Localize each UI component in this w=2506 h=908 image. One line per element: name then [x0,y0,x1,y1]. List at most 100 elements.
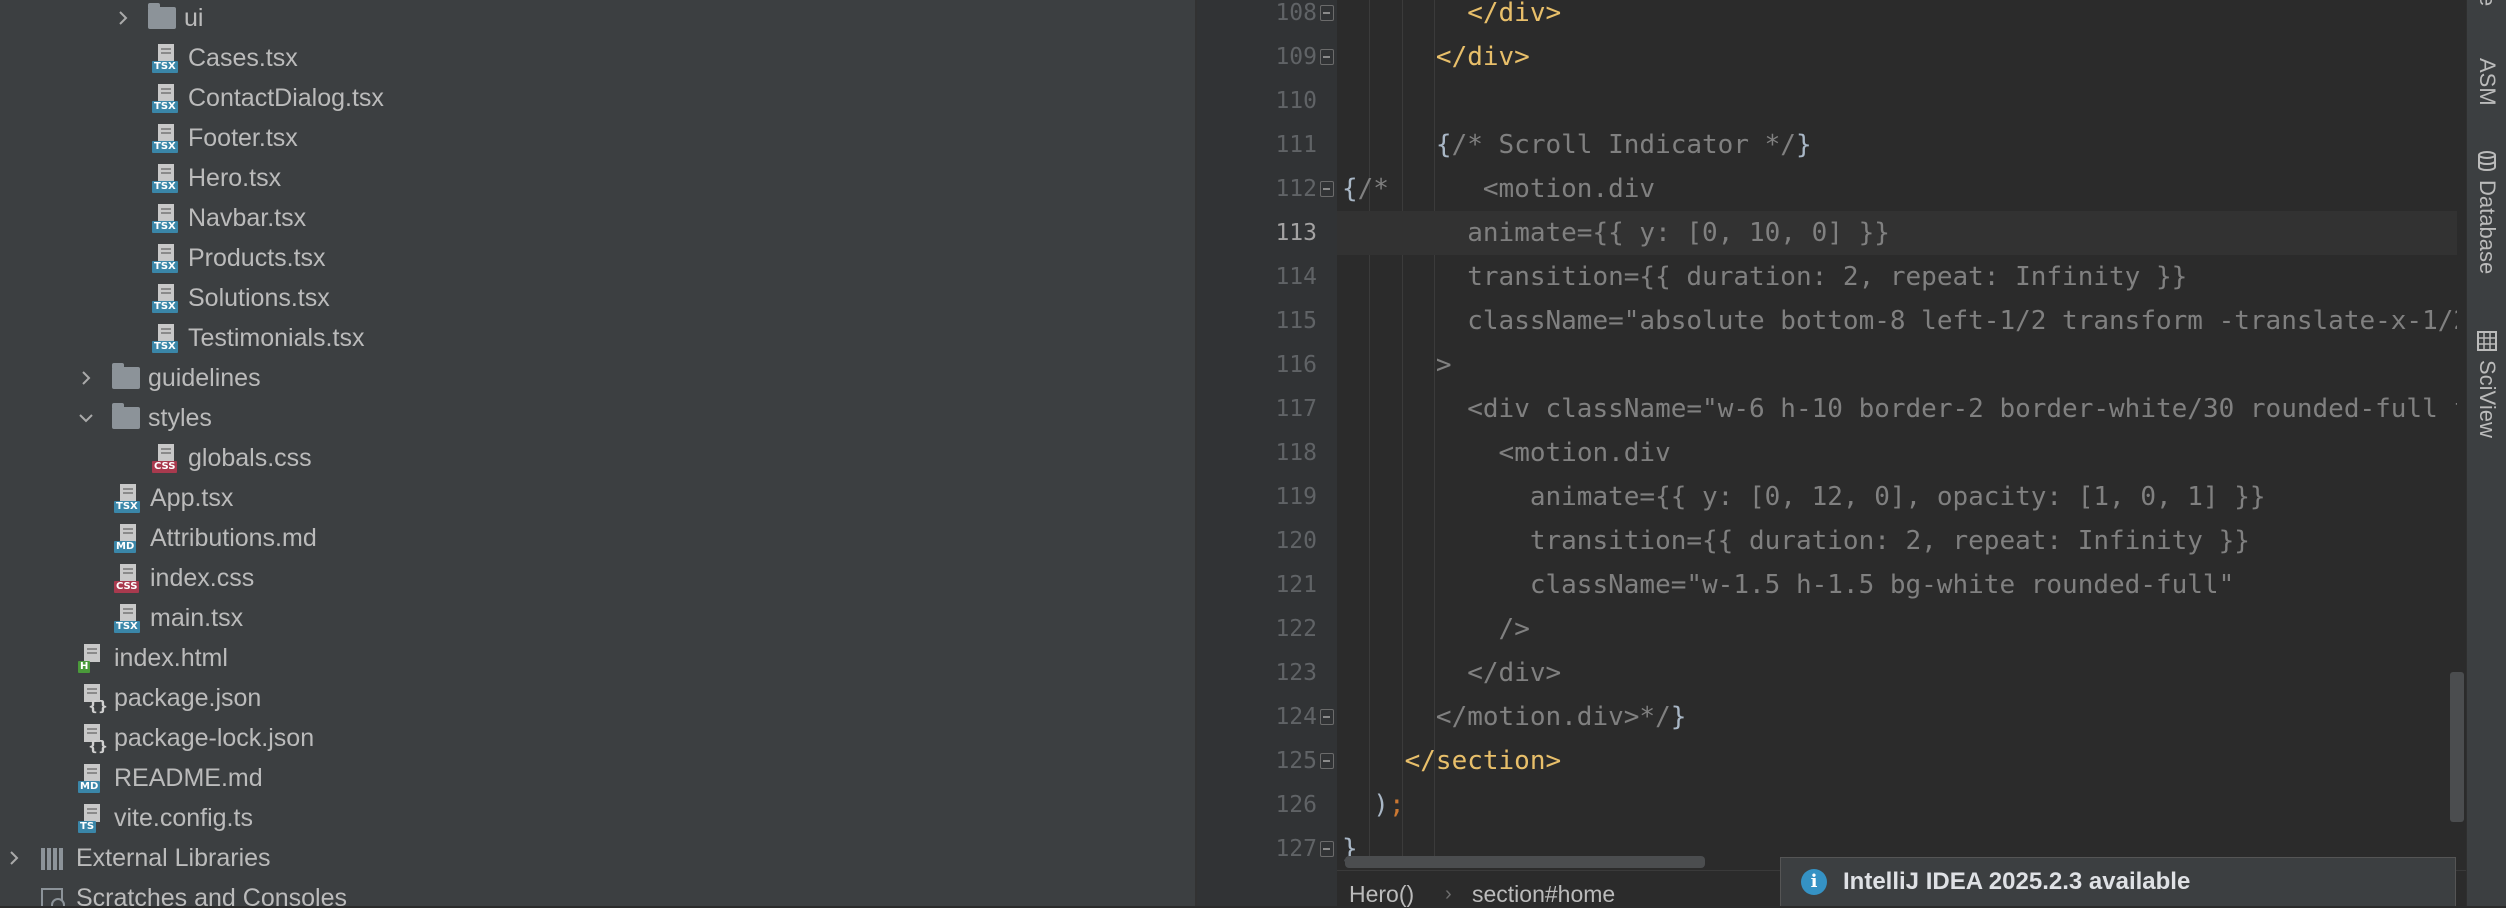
fold-marker-icon[interactable] [1320,5,1334,21]
code-line[interactable]: animate={{ y: [0, 10, 0] }} [1337,211,2457,255]
fold-marker-icon[interactable] [1320,49,1334,65]
fold-marker-icon[interactable] [1320,709,1334,725]
tree-file-item[interactable]: TSX Hero.tsx [150,158,281,198]
code-line[interactable]: </section> [1337,739,2457,783]
code-line[interactable]: className="absolute bottom-8 left-1/2 tr… [1337,299,2457,343]
fold-marker-icon[interactable] [1320,841,1334,857]
tree-folder-item[interactable]: styles [112,398,212,438]
tree-file-item[interactable]: TSX ContactDialog.tsx [150,78,384,118]
breadcrumb-item-function[interactable]: Hero() [1349,881,1414,908]
chevron-right-icon[interactable] [6,850,22,866]
tree-item-label: package-lock.json [114,723,315,752]
right-tool-window-bar: e ASM Database SciView [2466,0,2506,906]
tree-folder-item[interactable]: ui [148,0,203,38]
tree-file-item[interactable]: TSX main.tsx [112,598,243,638]
tree-item-label: Cases.tsx [188,43,298,72]
tsx-file-icon: TSX [112,603,142,633]
tree-file-item[interactable]: Hindex.html [76,638,228,678]
code-line[interactable]: </div> [1337,35,2457,79]
code-line[interactable]: transition={{ duration: 2, repeat: Infin… [1337,255,2457,299]
tree-item-label: External Libraries [76,843,271,872]
vertical-scrollbar-thumb[interactable] [2450,672,2464,822]
tool-tab-sciview[interactable]: SciView [2469,330,2505,438]
line-number: 114 [1275,264,1317,290]
code-line[interactable]: <div className="w-6 h-10 border-2 border… [1337,387,2457,431]
md-file-icon: MD [76,763,106,793]
tool-tab-database[interactable]: Database [2469,150,2505,274]
tool-tab-e[interactable]: e [2469,0,2505,6]
line-number: 116 [1275,352,1317,378]
folder-icon [112,403,140,429]
update-notification[interactable]: i IntelliJ IDEA 2025.2.3 available [1780,857,2456,906]
tree-item-label: main.tsx [150,603,244,632]
project-tree-panel: ui TSX Cases.tsx TSX ContactDialog.tsx TSX Foo… [0,0,1195,906]
tsx-file-icon: TSX [150,43,180,73]
tree-file-item[interactable]: MD README.md [76,758,263,798]
tree-item-label: index.html [114,643,228,672]
tree-item-label: Products.tsx [188,243,326,272]
code-line[interactable]: className="w-1.5 h-1.5 bg-white rounded-… [1337,563,2457,607]
code-line[interactable]: </div> [1337,0,2457,35]
folder-icon [112,363,140,389]
folder-icon [148,3,176,29]
code-line[interactable]: </div> [1337,651,2457,695]
tree-folder-item[interactable]: guidelines [112,358,261,398]
tree-file-item[interactable]: CSS index.css [112,558,254,598]
code-line[interactable]: > [1337,343,2457,387]
code-line[interactable]: <motion.div [1337,431,2457,475]
code-line[interactable]: {/* Scroll Indicator */} [1337,123,2457,167]
tool-tab-label: SciView [2475,360,2500,438]
tree-file-item[interactable]: TSX Testimonials.tsx [150,318,364,358]
css-file-icon: CSS [150,443,180,473]
code-line[interactable]: animate={{ y: [0, 12, 0], opacity: [1, 0… [1337,475,2457,519]
code-line[interactable]: ); [1337,783,2457,827]
tree-file-item[interactable]: TSX Products.tsx [150,238,326,278]
chevron-right-icon[interactable] [115,10,131,26]
tree-file-item[interactable]: MD Attributions.md [112,518,317,558]
tree-item-label: package.json [114,683,262,712]
chevron-down-icon[interactable] [78,410,94,426]
tree-file-item[interactable]: Scratches and Consoles [38,878,347,906]
line-number: 110 [1275,88,1317,114]
line-number: 127 [1275,836,1317,862]
chevron-right-icon[interactable] [78,370,94,386]
tree-file-item[interactable]: TS vite.config.ts [76,798,253,838]
tree-item-label: ui [184,3,204,32]
line-number: 108 [1275,0,1317,26]
tree-file-item[interactable]: CSS globals.css [150,438,312,478]
library-icon [38,843,68,873]
tree-file-item[interactable]: {} package.json [76,678,261,718]
line-number: 125 [1275,748,1317,774]
code-line[interactable] [1337,79,2457,123]
tree-file-item[interactable]: TSX Navbar.tsx [150,198,306,238]
code-line[interactable]: transition={{ duration: 2, repeat: Infin… [1337,519,2457,563]
tree-item-label: index.css [150,563,255,592]
ts-file-icon: TS [76,803,106,833]
code-line[interactable]: {/* <motion.div [1337,167,2457,211]
tree-file-item[interactable]: {} package-lock.json [76,718,314,758]
line-number: 118 [1275,440,1317,466]
md-file-icon: MD [112,523,142,553]
fold-marker-icon[interactable] [1320,753,1334,769]
info-icon: i [1801,869,1827,895]
tree-item-label: ContactDialog.tsx [188,83,384,112]
css-file-icon: CSS [112,563,142,593]
line-number: 119 [1275,484,1317,510]
tree-item-label: Testimonials.tsx [188,323,365,352]
database-icon [2478,151,2496,172]
tree-file-item[interactable]: TSX Solutions.tsx [150,278,330,318]
breadcrumb-separator-icon: › [1445,883,1452,905]
fold-marker-icon[interactable] [1320,181,1334,197]
tree-file-item[interactable]: TSX App.tsx [112,478,233,518]
horizontal-scrollbar-thumb[interactable] [1345,856,1705,868]
scratches-icon [38,883,68,906]
code-line[interactable]: </motion.div>*/} [1337,695,2457,739]
tool-tab-asm[interactable]: ASM [2469,58,2505,106]
tree-file-item[interactable]: TSX Footer.tsx [150,118,298,158]
line-number: 122 [1275,616,1317,642]
tree-file-item[interactable]: External Libraries [38,838,271,878]
tree-file-item[interactable]: TSX Cases.tsx [150,38,298,78]
code-line[interactable]: /> [1337,607,2457,651]
breadcrumb-item-element[interactable]: section#home [1472,881,1615,908]
code-editor[interactable]: </div> </div> {/* Scroll Indicator */} {/… [1337,0,2457,866]
